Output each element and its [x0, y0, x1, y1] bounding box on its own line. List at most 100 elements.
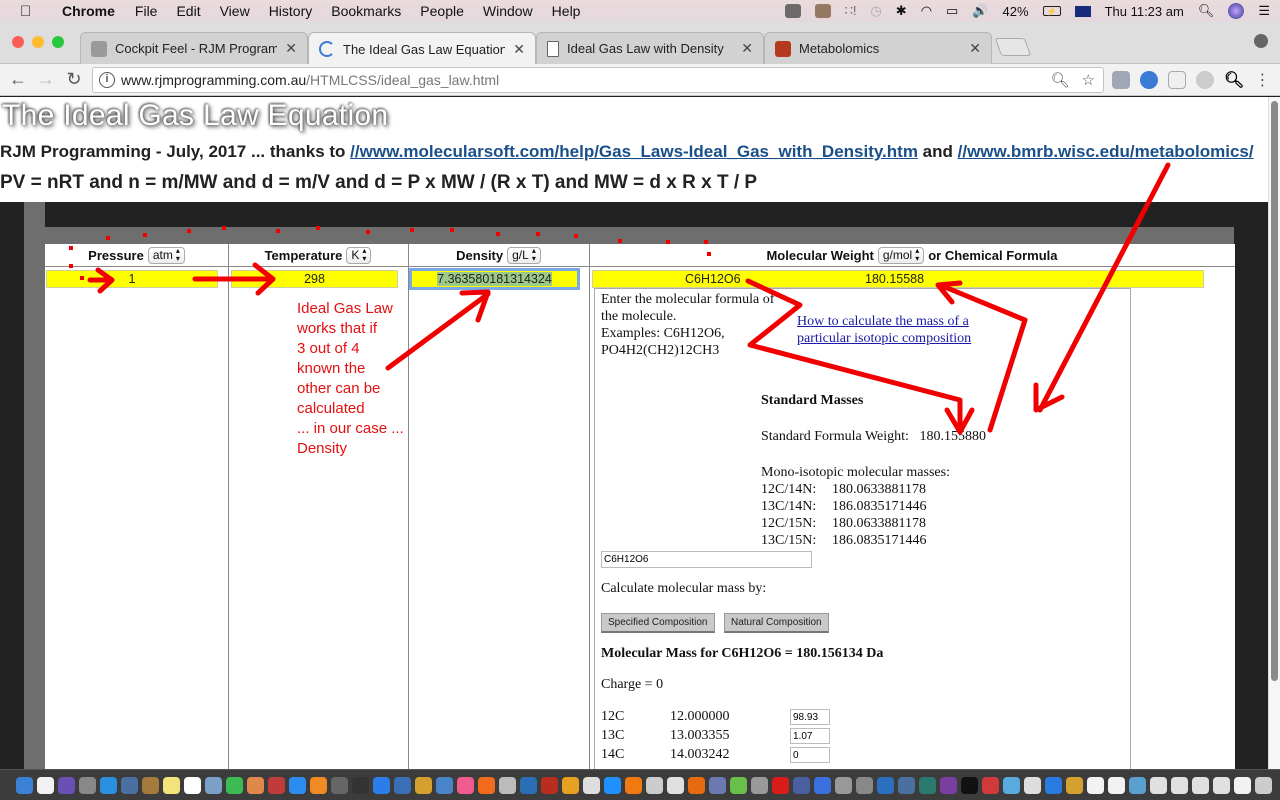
page-scrollbar[interactable] [1268, 97, 1280, 769]
density-input[interactable]: 7.363580181314324 [409, 268, 580, 290]
back-button[interactable]: ← [4, 69, 32, 90]
dock-app-icon[interactable] [394, 776, 411, 794]
profile-icon[interactable] [1254, 34, 1268, 48]
chrome-menu-icon[interactable]: ⋮ [1254, 70, 1270, 90]
dock-app-icon[interactable] [37, 776, 54, 794]
avast-extension-icon[interactable] [1112, 71, 1130, 89]
molecular-weight-unit-select[interactable]: g/mol ▴ ▾ [877, 246, 925, 264]
tab-close-icon[interactable]: ✕ [513, 41, 525, 58]
dock-app-icon[interactable] [373, 776, 390, 794]
temperature-input[interactable]: 298 [231, 270, 398, 288]
input-source-flag-icon[interactable] [1074, 5, 1091, 17]
menu-view[interactable]: View [220, 3, 250, 19]
tab-ideal-gas-law-equation[interactable]: The Ideal Gas Law Equation - R ✕ [308, 32, 536, 65]
dock-app-icon[interactable] [499, 776, 516, 794]
pressure-unit-select[interactable]: atm ▴ ▾ [147, 246, 185, 264]
dock-app-icon[interactable] [982, 776, 999, 794]
menu-people[interactable]: People [420, 3, 464, 19]
natural-composition-button[interactable]: Natural Composition [724, 613, 829, 633]
dock-app-icon[interactable] [961, 776, 978, 794]
temperature-unit-select[interactable]: K ▴ ▾ [346, 246, 372, 264]
pressure-input[interactable]: 1 [46, 270, 218, 288]
isotopic-composition-help-link[interactable]: How to calculate the mass of a particula… [797, 313, 971, 347]
bmrb-metabolomics-link[interactable]: //www.bmrb.wisc.edu/metabolomics/ [958, 142, 1254, 161]
tab-close-icon[interactable]: ✕ [969, 40, 981, 57]
dock-app-icon[interactable] [352, 776, 369, 794]
dock-app-icon[interactable] [457, 776, 474, 794]
wifi-icon[interactable]: ◠ [921, 3, 932, 19]
dock-app-icon[interactable] [1234, 776, 1251, 794]
dock-app-icon[interactable] [226, 776, 243, 794]
battery-charging-icon[interactable]: ⚡ [1042, 6, 1061, 16]
dock-app-icon[interactable] [16, 776, 33, 794]
search-extension-icon[interactable]: 🔍︎ [1224, 70, 1244, 90]
dock-app-icon[interactable] [1003, 776, 1020, 794]
menu-bookmarks[interactable]: Bookmarks [331, 3, 401, 19]
reload-button[interactable]: ↻ [60, 69, 88, 90]
dock-app-icon[interactable] [142, 776, 159, 794]
dock-app-icon[interactable] [604, 776, 621, 794]
dock-app-icon[interactable] [163, 776, 180, 794]
menu-app-chrome[interactable]: Chrome [62, 3, 115, 19]
dock-app-icon[interactable] [583, 776, 600, 794]
dock-app-icon[interactable] [1087, 776, 1104, 794]
tab-metabolomics[interactable]: Metabolomics ✕ [764, 32, 992, 64]
dock-app-icon[interactable] [772, 776, 789, 794]
extension-icon[interactable] [1140, 71, 1158, 89]
dock-app-icon[interactable] [835, 776, 852, 794]
scrollbar-thumb[interactable] [1271, 101, 1278, 681]
zoom-out-icon[interactable]: 🔍︎ [1051, 71, 1070, 89]
forward-button[interactable]: → [32, 69, 60, 90]
extension-grey-icon[interactable] [1196, 71, 1214, 89]
address-bar[interactable]: i www.rjmprogramming.com.au/HTMLCSS/idea… [92, 67, 1104, 93]
menu-edit[interactable]: Edit [176, 3, 200, 19]
spotlight-search-icon[interactable]: 🔍︎ [1198, 3, 1215, 19]
dock-app-icon[interactable] [814, 776, 831, 794]
molecularsoft-link[interactable]: //www.molecularsoft.com/help/Gas_Laws-Id… [350, 142, 918, 161]
dock-app-icon[interactable] [709, 776, 726, 794]
tab-close-icon[interactable]: ✕ [285, 40, 297, 57]
apple-menu-icon[interactable]:  [20, 3, 40, 20]
dock-app-icon[interactable] [751, 776, 768, 794]
dock-app-icon[interactable] [121, 776, 138, 794]
isotope-abundance-input[interactable] [790, 709, 830, 725]
dock-app-icon[interactable] [247, 776, 264, 794]
menu-window[interactable]: Window [483, 3, 533, 19]
dock-app-icon[interactable] [1171, 776, 1188, 794]
dock-app-icon[interactable] [520, 776, 537, 794]
dock-app-icon[interactable] [898, 776, 915, 794]
signal-status-icon[interactable]: ∷! [845, 3, 857, 19]
tab-close-icon[interactable]: ✕ [741, 40, 753, 57]
dock-app-icon[interactable] [478, 776, 495, 794]
dock-app-icon[interactable] [919, 776, 936, 794]
window-zoom-button[interactable] [52, 36, 64, 48]
dock-app-icon[interactable] [646, 776, 663, 794]
dock-app-icon[interactable] [940, 776, 957, 794]
dock-app-icon[interactable] [436, 776, 453, 794]
window-close-button[interactable] [12, 36, 24, 48]
dock-app-icon[interactable] [1255, 776, 1272, 794]
density-unit-select[interactable]: g/L ▴ ▾ [507, 246, 541, 264]
audio-app-status-icon[interactable] [814, 4, 831, 18]
clock[interactable]: Thu 11:23 am [1105, 4, 1184, 19]
dock-app-icon[interactable] [667, 776, 684, 794]
bluetooth-icon[interactable]: ✱ [896, 3, 907, 19]
dock-app-icon[interactable] [688, 776, 705, 794]
bookmark-star-icon[interactable]: ☆ [1082, 71, 1095, 89]
shield-extension-icon[interactable] [1168, 71, 1186, 89]
window-minimize-button[interactable] [32, 36, 44, 48]
dock-app-icon[interactable] [289, 776, 306, 794]
dock-app-icon[interactable] [1150, 776, 1167, 794]
dock-app-icon[interactable] [793, 776, 810, 794]
dock-app-icon[interactable] [541, 776, 558, 794]
molecular-weight-input[interactable]: C6H12O6 180.15588 [592, 270, 1204, 288]
dock-app-icon[interactable] [1108, 776, 1125, 794]
tab-ideal-gas-law-density[interactable]: Ideal Gas Law with Density ✕ [536, 32, 764, 64]
dock-app-icon[interactable] [625, 776, 642, 794]
tab-cockpit-feel[interactable]: Cockpit Feel - RJM Programmi ✕ [80, 32, 308, 64]
volume-icon[interactable]: 🔊 [972, 3, 988, 19]
menu-file[interactable]: File [135, 3, 158, 19]
dock-app-icon[interactable] [856, 776, 873, 794]
isotope-abundance-input[interactable] [790, 728, 830, 744]
dock-app-icon[interactable] [205, 776, 222, 794]
